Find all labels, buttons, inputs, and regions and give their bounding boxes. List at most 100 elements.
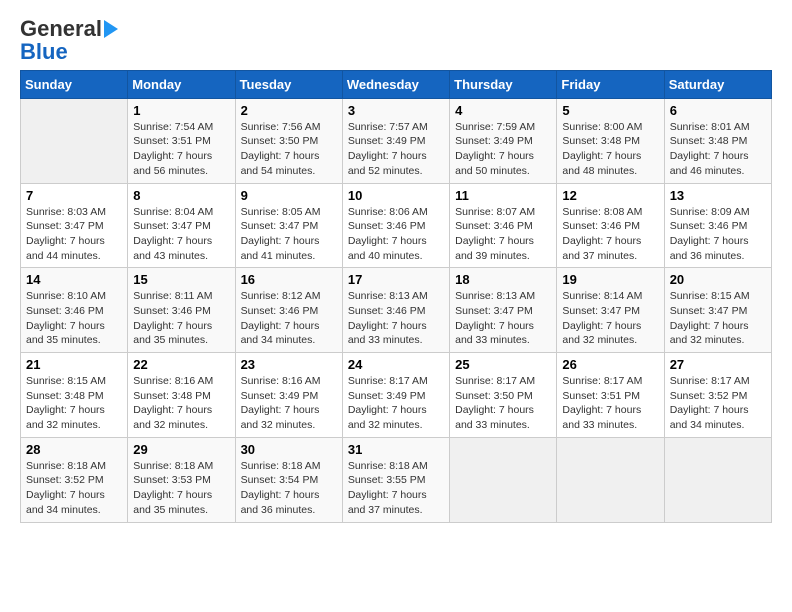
day-info: Sunrise: 8:18 AM Sunset: 3:53 PM Dayligh… bbox=[133, 459, 229, 518]
day-info: Sunrise: 8:11 AM Sunset: 3:46 PM Dayligh… bbox=[133, 289, 229, 348]
day-number: 21 bbox=[26, 357, 122, 372]
day-info: Sunrise: 8:16 AM Sunset: 3:49 PM Dayligh… bbox=[241, 374, 337, 433]
day-info: Sunrise: 8:17 AM Sunset: 3:52 PM Dayligh… bbox=[670, 374, 766, 433]
calendar-cell: 21 Sunrise: 8:15 AM Sunset: 3:48 PM Dayli… bbox=[21, 353, 128, 438]
weekday-header-thursday: Thursday bbox=[450, 70, 557, 98]
day-info: Sunrise: 8:10 AM Sunset: 3:46 PM Dayligh… bbox=[26, 289, 122, 348]
weekday-header-monday: Monday bbox=[128, 70, 235, 98]
day-number: 11 bbox=[455, 188, 551, 203]
calendar-cell: 19Sunrise: 8:14 AM Sunset: 3:47 PM Dayli… bbox=[557, 268, 664, 353]
calendar-cell: 6 Sunrise: 8:01 AM Sunset: 3:48 PM Daylig… bbox=[664, 98, 771, 183]
calendar-cell: 9 Sunrise: 8:05 AM Sunset: 3:47 PM Daylig… bbox=[235, 183, 342, 268]
calendar-cell bbox=[21, 98, 128, 183]
calendar-cell: 28 Sunrise: 8:18 AM Sunset: 3:52 PM Dayli… bbox=[21, 437, 128, 522]
calendar-cell: 13 Sunrise: 8:09 AM Sunset: 3:46 PM Dayli… bbox=[664, 183, 771, 268]
calendar-cell: 14 Sunrise: 8:10 AM Sunset: 3:46 PM Dayli… bbox=[21, 268, 128, 353]
day-info: Sunrise: 8:08 AM Sunset: 3:46 PM Dayligh… bbox=[562, 205, 658, 264]
day-number: 22 bbox=[133, 357, 229, 372]
day-info: Sunrise: 8:16 AM Sunset: 3:48 PM Dayligh… bbox=[133, 374, 229, 433]
calendar-cell: 1Sunrise: 7:54 AM Sunset: 3:51 PM Daylig… bbox=[128, 98, 235, 183]
day-number: 3 bbox=[348, 103, 444, 118]
day-number: 4 bbox=[455, 103, 551, 118]
day-info: Sunrise: 8:03 AM Sunset: 3:47 PM Dayligh… bbox=[26, 205, 122, 264]
day-number: 19 bbox=[562, 272, 658, 287]
calendar-cell: 12 Sunrise: 8:08 AM Sunset: 3:46 PM Dayli… bbox=[557, 183, 664, 268]
day-info: Sunrise: 8:15 AM Sunset: 3:47 PM Dayligh… bbox=[670, 289, 766, 348]
day-number: 7 bbox=[26, 188, 122, 203]
calendar-cell bbox=[450, 437, 557, 522]
day-number: 28 bbox=[26, 442, 122, 457]
calendar-cell: 22 Sunrise: 8:16 AM Sunset: 3:48 PM Dayli… bbox=[128, 353, 235, 438]
day-info: Sunrise: 8:05 AM Sunset: 3:47 PM Dayligh… bbox=[241, 205, 337, 264]
day-number: 8 bbox=[133, 188, 229, 203]
calendar-week-row: 21 Sunrise: 8:15 AM Sunset: 3:48 PM Dayli… bbox=[21, 353, 772, 438]
logo-blue: Blue bbox=[20, 42, 68, 62]
day-info: Sunrise: 8:17 AM Sunset: 3:51 PM Dayligh… bbox=[562, 374, 658, 433]
day-number: 20 bbox=[670, 272, 766, 287]
day-number: 12 bbox=[562, 188, 658, 203]
calendar-cell: 29 Sunrise: 8:18 AM Sunset: 3:53 PM Dayli… bbox=[128, 437, 235, 522]
calendar-cell: 8 Sunrise: 8:04 AM Sunset: 3:47 PM Daylig… bbox=[128, 183, 235, 268]
calendar-cell: 18Sunrise: 8:13 AM Sunset: 3:47 PM Dayli… bbox=[450, 268, 557, 353]
day-info: Sunrise: 7:54 AM Sunset: 3:51 PM Dayligh… bbox=[133, 120, 229, 179]
weekday-header-wednesday: Wednesday bbox=[342, 70, 449, 98]
calendar-cell: 24 Sunrise: 8:17 AM Sunset: 3:49 PM Dayli… bbox=[342, 353, 449, 438]
day-number: 17 bbox=[348, 272, 444, 287]
weekday-header-sunday: Sunday bbox=[21, 70, 128, 98]
day-number: 10 bbox=[348, 188, 444, 203]
day-info: Sunrise: 8:18 AM Sunset: 3:54 PM Dayligh… bbox=[241, 459, 337, 518]
day-info: Sunrise: 7:59 AM Sunset: 3:49 PM Dayligh… bbox=[455, 120, 551, 179]
day-info: Sunrise: 8:17 AM Sunset: 3:49 PM Dayligh… bbox=[348, 374, 444, 433]
day-number: 30 bbox=[241, 442, 337, 457]
day-info: Sunrise: 8:15 AM Sunset: 3:48 PM Dayligh… bbox=[26, 374, 122, 433]
day-number: 13 bbox=[670, 188, 766, 203]
day-number: 2 bbox=[241, 103, 337, 118]
calendar-cell: 23 Sunrise: 8:16 AM Sunset: 3:49 PM Dayli… bbox=[235, 353, 342, 438]
day-info: Sunrise: 8:18 AM Sunset: 3:52 PM Dayligh… bbox=[26, 459, 122, 518]
calendar-cell: 17 Sunrise: 8:13 AM Sunset: 3:46 PM Dayli… bbox=[342, 268, 449, 353]
calendar-week-row: 1Sunrise: 7:54 AM Sunset: 3:51 PM Daylig… bbox=[21, 98, 772, 183]
day-number: 5 bbox=[562, 103, 658, 118]
logo: General Blue bbox=[20, 16, 118, 62]
calendar-table: SundayMondayTuesdayWednesdayThursdayFrid… bbox=[20, 70, 772, 523]
calendar-cell: 25Sunrise: 8:17 AM Sunset: 3:50 PM Dayli… bbox=[450, 353, 557, 438]
weekday-header-friday: Friday bbox=[557, 70, 664, 98]
calendar-cell bbox=[557, 437, 664, 522]
day-number: 15 bbox=[133, 272, 229, 287]
day-number: 6 bbox=[670, 103, 766, 118]
day-number: 27 bbox=[670, 357, 766, 372]
day-info: Sunrise: 8:09 AM Sunset: 3:46 PM Dayligh… bbox=[670, 205, 766, 264]
weekday-header-tuesday: Tuesday bbox=[235, 70, 342, 98]
calendar-cell: 11 Sunrise: 8:07 AM Sunset: 3:46 PM Dayli… bbox=[450, 183, 557, 268]
page-header: General Blue bbox=[20, 16, 772, 62]
day-number: 24 bbox=[348, 357, 444, 372]
logo-arrow-icon bbox=[104, 20, 118, 38]
weekday-header-saturday: Saturday bbox=[664, 70, 771, 98]
calendar-cell: 7 Sunrise: 8:03 AM Sunset: 3:47 PM Daylig… bbox=[21, 183, 128, 268]
day-info: Sunrise: 8:00 AM Sunset: 3:48 PM Dayligh… bbox=[562, 120, 658, 179]
day-info: Sunrise: 8:13 AM Sunset: 3:47 PM Dayligh… bbox=[455, 289, 551, 348]
calendar-week-row: 14 Sunrise: 8:10 AM Sunset: 3:46 PM Dayli… bbox=[21, 268, 772, 353]
day-info: Sunrise: 8:01 AM Sunset: 3:48 PM Dayligh… bbox=[670, 120, 766, 179]
day-number: 9 bbox=[241, 188, 337, 203]
day-info: Sunrise: 8:13 AM Sunset: 3:46 PM Dayligh… bbox=[348, 289, 444, 348]
day-info: Sunrise: 7:56 AM Sunset: 3:50 PM Dayligh… bbox=[241, 120, 337, 179]
day-info: Sunrise: 8:07 AM Sunset: 3:46 PM Dayligh… bbox=[455, 205, 551, 264]
calendar-cell: 20 Sunrise: 8:15 AM Sunset: 3:47 PM Dayli… bbox=[664, 268, 771, 353]
day-number: 29 bbox=[133, 442, 229, 457]
day-number: 26 bbox=[562, 357, 658, 372]
day-info: Sunrise: 7:57 AM Sunset: 3:49 PM Dayligh… bbox=[348, 120, 444, 179]
calendar-cell: 15 Sunrise: 8:11 AM Sunset: 3:46 PM Dayli… bbox=[128, 268, 235, 353]
calendar-week-row: 7 Sunrise: 8:03 AM Sunset: 3:47 PM Daylig… bbox=[21, 183, 772, 268]
day-info: Sunrise: 8:04 AM Sunset: 3:47 PM Dayligh… bbox=[133, 205, 229, 264]
day-info: Sunrise: 8:17 AM Sunset: 3:50 PM Dayligh… bbox=[455, 374, 551, 433]
day-number: 31 bbox=[348, 442, 444, 457]
day-number: 23 bbox=[241, 357, 337, 372]
calendar-cell: 4 Sunrise: 7:59 AM Sunset: 3:49 PM Daylig… bbox=[450, 98, 557, 183]
calendar-cell: 27 Sunrise: 8:17 AM Sunset: 3:52 PM Dayli… bbox=[664, 353, 771, 438]
calendar-cell: 2 Sunrise: 7:56 AM Sunset: 3:50 PM Daylig… bbox=[235, 98, 342, 183]
calendar-cell: 26 Sunrise: 8:17 AM Sunset: 3:51 PM Dayli… bbox=[557, 353, 664, 438]
day-number: 14 bbox=[26, 272, 122, 287]
calendar-header-row: SundayMondayTuesdayWednesdayThursdayFrid… bbox=[21, 70, 772, 98]
calendar-cell: 3 Sunrise: 7:57 AM Sunset: 3:49 PM Daylig… bbox=[342, 98, 449, 183]
